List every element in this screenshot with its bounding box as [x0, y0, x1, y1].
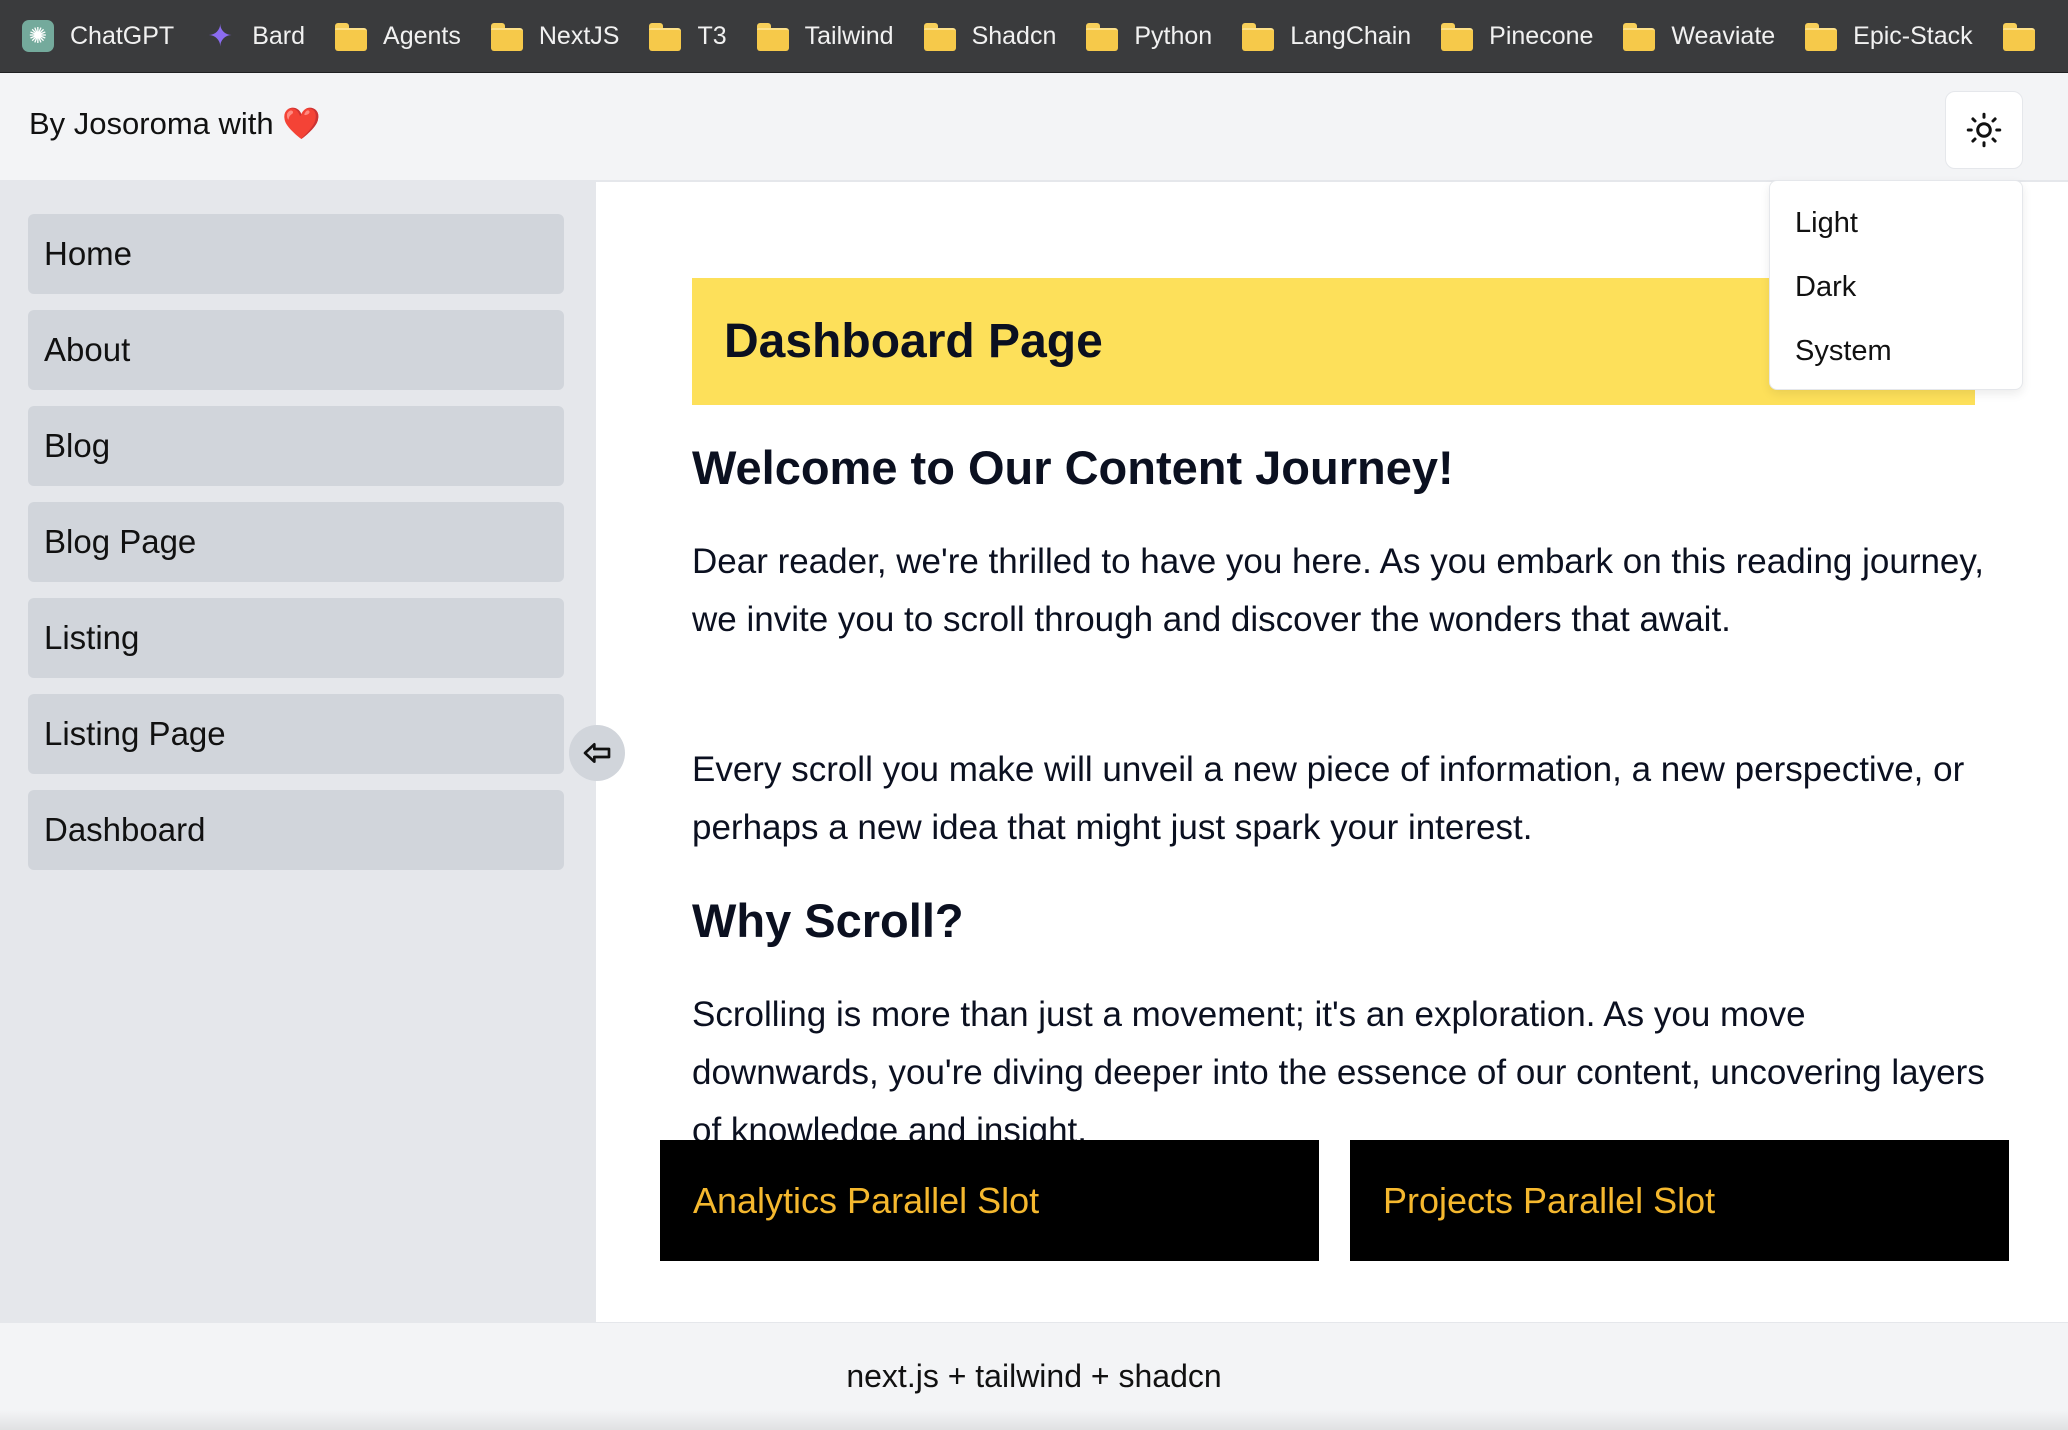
theme-option-label: Light — [1795, 206, 1858, 239]
bookmark-label: LangChain — [1290, 21, 1412, 50]
projects-slot: Projects Parallel Slot — [1350, 1140, 2009, 1261]
folder-icon — [1805, 20, 1838, 52]
bookmark-label: Bard — [252, 21, 306, 50]
sidebar-collapse-button[interactable] — [569, 725, 625, 781]
page-title: Dashboard Page — [724, 315, 1103, 368]
folder-icon — [1242, 20, 1275, 52]
folder-icon — [335, 20, 368, 52]
bookmark-folder-langchain[interactable]: LangChain — [1242, 0, 1412, 72]
theme-option-dark[interactable]: Dark — [1770, 255, 2022, 319]
sidebar-item-listing[interactable]: Listing — [28, 598, 564, 678]
folder-icon — [2002, 20, 2035, 52]
bookmark-label: ChatGPT — [70, 21, 175, 50]
theme-option-label: System — [1795, 334, 1892, 367]
folder-icon — [923, 20, 956, 52]
brand-text: By Josoroma with — [29, 106, 274, 141]
sidebar-item-listing-page[interactable]: Listing Page — [28, 694, 564, 774]
bookmark-chatgpt[interactable]: ✺ ChatGPT — [22, 0, 175, 72]
bookmark-label: Python — [1134, 21, 1213, 50]
bookmark-label: T3 — [697, 21, 727, 50]
sidebar-item-home[interactable]: Home — [28, 214, 564, 294]
exploration-paragraph: Scrolling is more than just a movement; … — [692, 995, 1985, 1150]
sidebar-item-label: Listing Page — [44, 715, 226, 752]
site-header: By Josoroma with ❤️ — [0, 73, 2068, 181]
bookmark-folder-t3[interactable]: T3 — [649, 0, 727, 72]
sun-icon — [1966, 112, 2002, 148]
theme-menu: Light Dark System — [1769, 180, 2023, 390]
projects-slot-label: Projects Parallel Slot — [1383, 1179, 1716, 1221]
theme-toggle-button[interactable] — [1945, 91, 2023, 169]
bookmark-folder-pinecone[interactable]: Pinecone — [1441, 0, 1594, 72]
bookmark-folder-epic-stack[interactable]: Epic-Stack — [1805, 0, 1973, 72]
bookmark-folder-weaviate[interactable]: Weaviate — [1623, 0, 1776, 72]
sidebar-item-dashboard[interactable]: Dashboard — [28, 790, 564, 870]
bookmark-bard[interactable]: ✦ Bard — [204, 0, 306, 72]
brand-credit: By Josoroma with ❤️ — [29, 105, 321, 142]
sidebar-item-label: Blog Page — [44, 523, 197, 560]
bookmark-label: Agents — [383, 21, 461, 50]
bookmark-label: Tailwind — [804, 21, 894, 50]
sidebar-item-blog-page[interactable]: Blog Page — [28, 502, 564, 582]
sidebar-item-label: Home — [44, 235, 133, 272]
theme-option-label: Dark — [1795, 270, 1857, 303]
folder-icon — [1086, 20, 1119, 52]
bookmark-folder-nextjs[interactable]: NextJS — [490, 0, 620, 72]
site-footer: next.js + tailwind + shadcn — [0, 1322, 2068, 1430]
bookmarks-bar: ✺ ChatGPT ✦ Bard Agents NextJS T3 Tailwi… — [0, 0, 2068, 73]
sidebar: Home About Blog Blog Page Listing Listin… — [0, 182, 596, 1322]
intro-paragraph: Dear reader, we're thrilled to have you … — [692, 542, 1985, 639]
folder-icon — [1623, 20, 1656, 52]
bookmark-label: Weaviate — [1671, 21, 1776, 50]
analytics-slot-label: Analytics Parallel Slot — [693, 1179, 1040, 1221]
bookmark-label: Shadcn — [971, 21, 1057, 50]
analytics-slot: Analytics Parallel Slot — [660, 1140, 1319, 1261]
bookmark-folder-shadcn[interactable]: Shadcn — [923, 0, 1057, 72]
scroll-paragraph: Every scroll you make will unveil a new … — [692, 750, 1965, 847]
bard-sparkle-icon: ✦ — [207, 18, 233, 54]
sidebar-item-label: Dashboard — [44, 811, 206, 848]
bookmark-label: Epic-Stack — [1853, 21, 1973, 50]
folder-icon — [490, 20, 523, 52]
bookmark-folder-overflow[interactable] — [2002, 0, 2051, 72]
sidebar-item-about[interactable]: About — [28, 310, 564, 390]
sidebar-item-label: About — [44, 331, 131, 368]
theme-option-light[interactable]: Light — [1770, 191, 2022, 255]
sidebar-item-blog[interactable]: Blog — [28, 406, 564, 486]
folder-icon — [756, 20, 789, 52]
folder-icon — [1441, 20, 1474, 52]
bookmark-folder-tailwind[interactable]: Tailwind — [756, 0, 894, 72]
bookmark-folder-python[interactable]: Python — [1086, 0, 1213, 72]
bookmark-folder-agents[interactable]: Agents — [335, 0, 461, 72]
heart-emoji: ❤️ — [282, 106, 321, 142]
sidebar-item-label: Blog — [44, 427, 111, 464]
arrow-left-icon — [583, 743, 611, 763]
footer-shadow — [0, 1410, 2068, 1430]
bookmark-label: NextJS — [538, 21, 620, 50]
chatgpt-icon: ✺ — [22, 20, 54, 52]
bookmark-label: Pinecone — [1489, 21, 1594, 50]
theme-option-system[interactable]: System — [1770, 319, 2022, 383]
folder-icon — [649, 20, 682, 52]
welcome-heading: Welcome to Our Content Journey! — [692, 441, 1454, 494]
footer-text: next.js + tailwind + shadcn — [846, 1358, 1222, 1394]
why-scroll-heading: Why Scroll? — [692, 894, 964, 947]
sidebar-item-label: Listing — [44, 619, 140, 656]
